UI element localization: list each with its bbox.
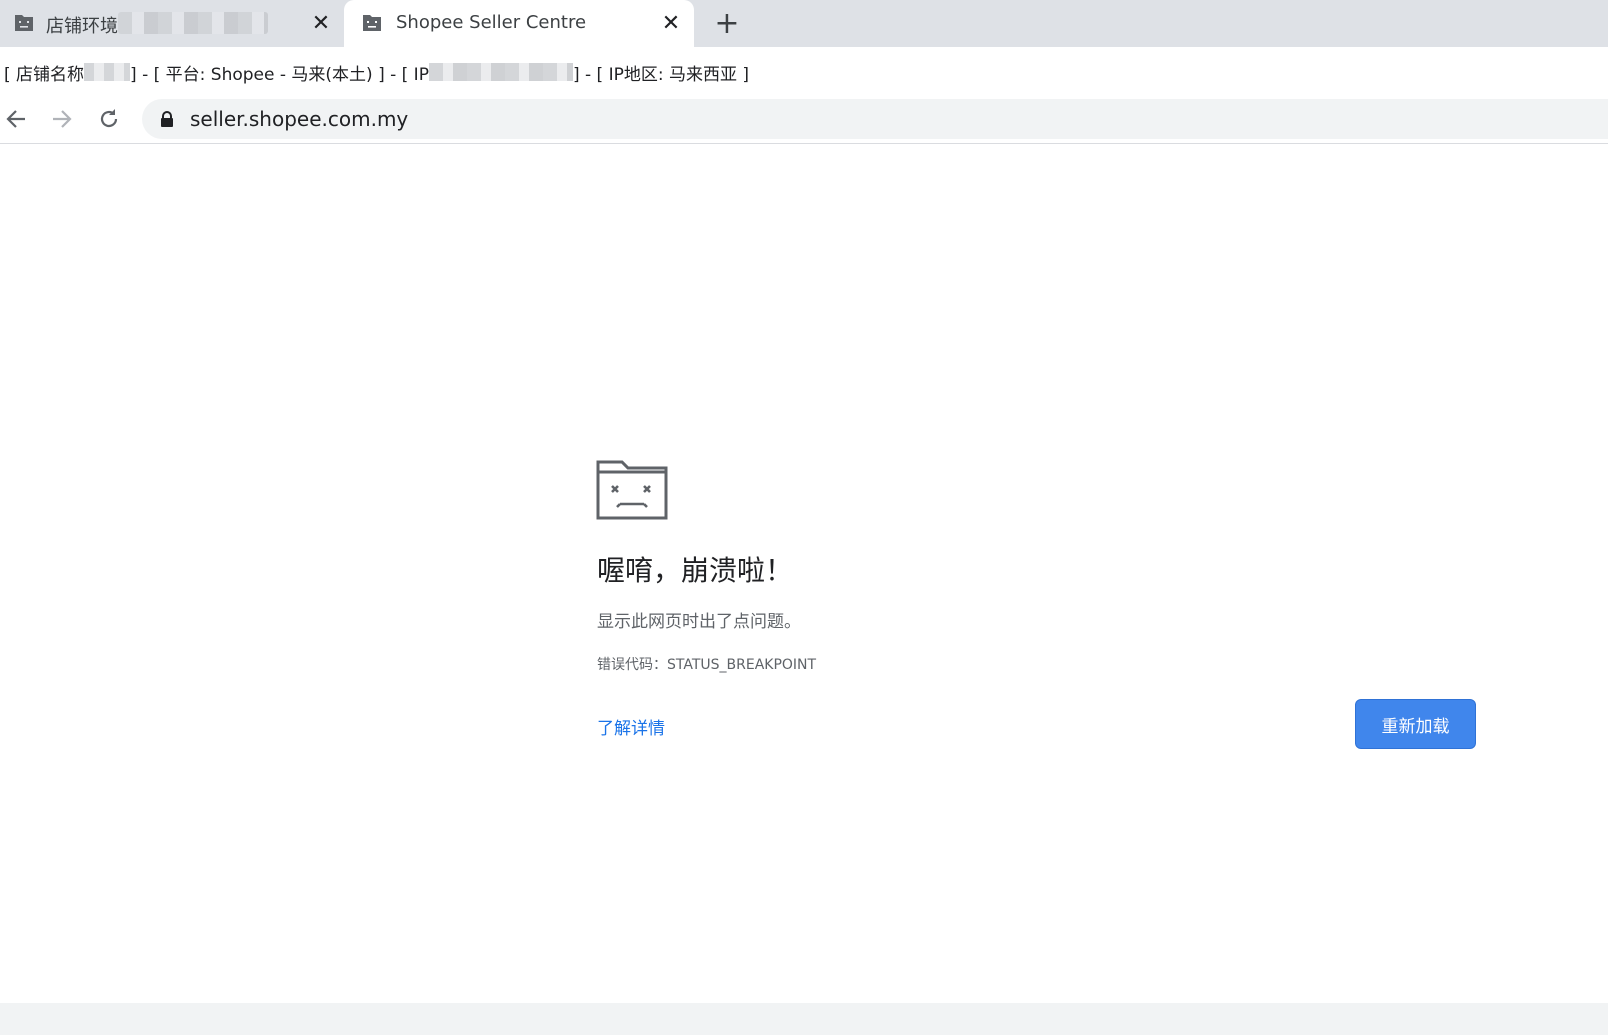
reload-page-button[interactable]: 重新加载 bbox=[1356, 700, 1475, 748]
address-bar[interactable]: seller.shopee.com.my bbox=[142, 99, 1608, 139]
learn-more-link[interactable]: 了解详情 bbox=[597, 714, 665, 739]
tab-title: 店铺环境 bbox=[46, 16, 118, 37]
error-heading: 喔唷，崩溃啦！ bbox=[597, 554, 794, 587]
bottom-edge bbox=[0, 1003, 1608, 1035]
forward-button[interactable] bbox=[46, 103, 78, 135]
close-icon[interactable]: ✕ bbox=[658, 10, 684, 36]
error-code: 错误代码：STATUS_BREAKPOINT bbox=[597, 657, 817, 673]
shop-info-bar: [ 店铺名称 ] - [ 平台: Shopee - 马来(本土) ] - [ IP… bbox=[0, 47, 1608, 97]
tab-strip: 店铺环境 ✕ Shopee Seller Centre ✕ + bbox=[0, 0, 1608, 47]
new-tab-button[interactable]: + bbox=[712, 6, 742, 41]
browser-toolbar: seller.shopee.com.my bbox=[0, 97, 1608, 144]
redacted-text bbox=[84, 63, 131, 81]
back-button[interactable] bbox=[0, 103, 32, 135]
reload-button[interactable] bbox=[93, 103, 125, 135]
redacted-text bbox=[118, 12, 268, 34]
info-shop-name-label: [ 店铺名称 bbox=[4, 64, 85, 85]
tab-shop-environment[interactable]: 店铺环境 ✕ bbox=[0, 0, 344, 47]
sad-folder-icon bbox=[596, 460, 668, 520]
tab-title: Shopee Seller Centre bbox=[396, 12, 587, 33]
arrow-right-icon bbox=[53, 110, 72, 128]
error-message: 显示此网页时出了点问题。 bbox=[597, 612, 801, 632]
reload-icon bbox=[100, 109, 118, 128]
folder-sad-icon bbox=[363, 15, 381, 31]
arrow-left-icon bbox=[6, 110, 25, 128]
info-ip-region-label: ] - [ IP地区: 马来西亚 ] bbox=[572, 64, 749, 85]
folder-sad-icon bbox=[15, 15, 33, 31]
lock-icon bbox=[161, 111, 173, 127]
tab-shopee-seller-centre[interactable]: Shopee Seller Centre ✕ bbox=[344, 0, 694, 47]
redacted-text bbox=[428, 63, 573, 81]
url-text[interactable]: seller.shopee.com.my bbox=[190, 107, 408, 131]
error-page: 喔唷，崩溃啦！ 显示此网页时出了点问题。 错误代码：STATUS_BREAKPO… bbox=[0, 145, 1608, 1005]
info-platform-label: ] - [ 平台: Shopee - 马来(本土) ] - [ IP bbox=[130, 64, 429, 85]
close-icon[interactable]: ✕ bbox=[308, 10, 334, 36]
